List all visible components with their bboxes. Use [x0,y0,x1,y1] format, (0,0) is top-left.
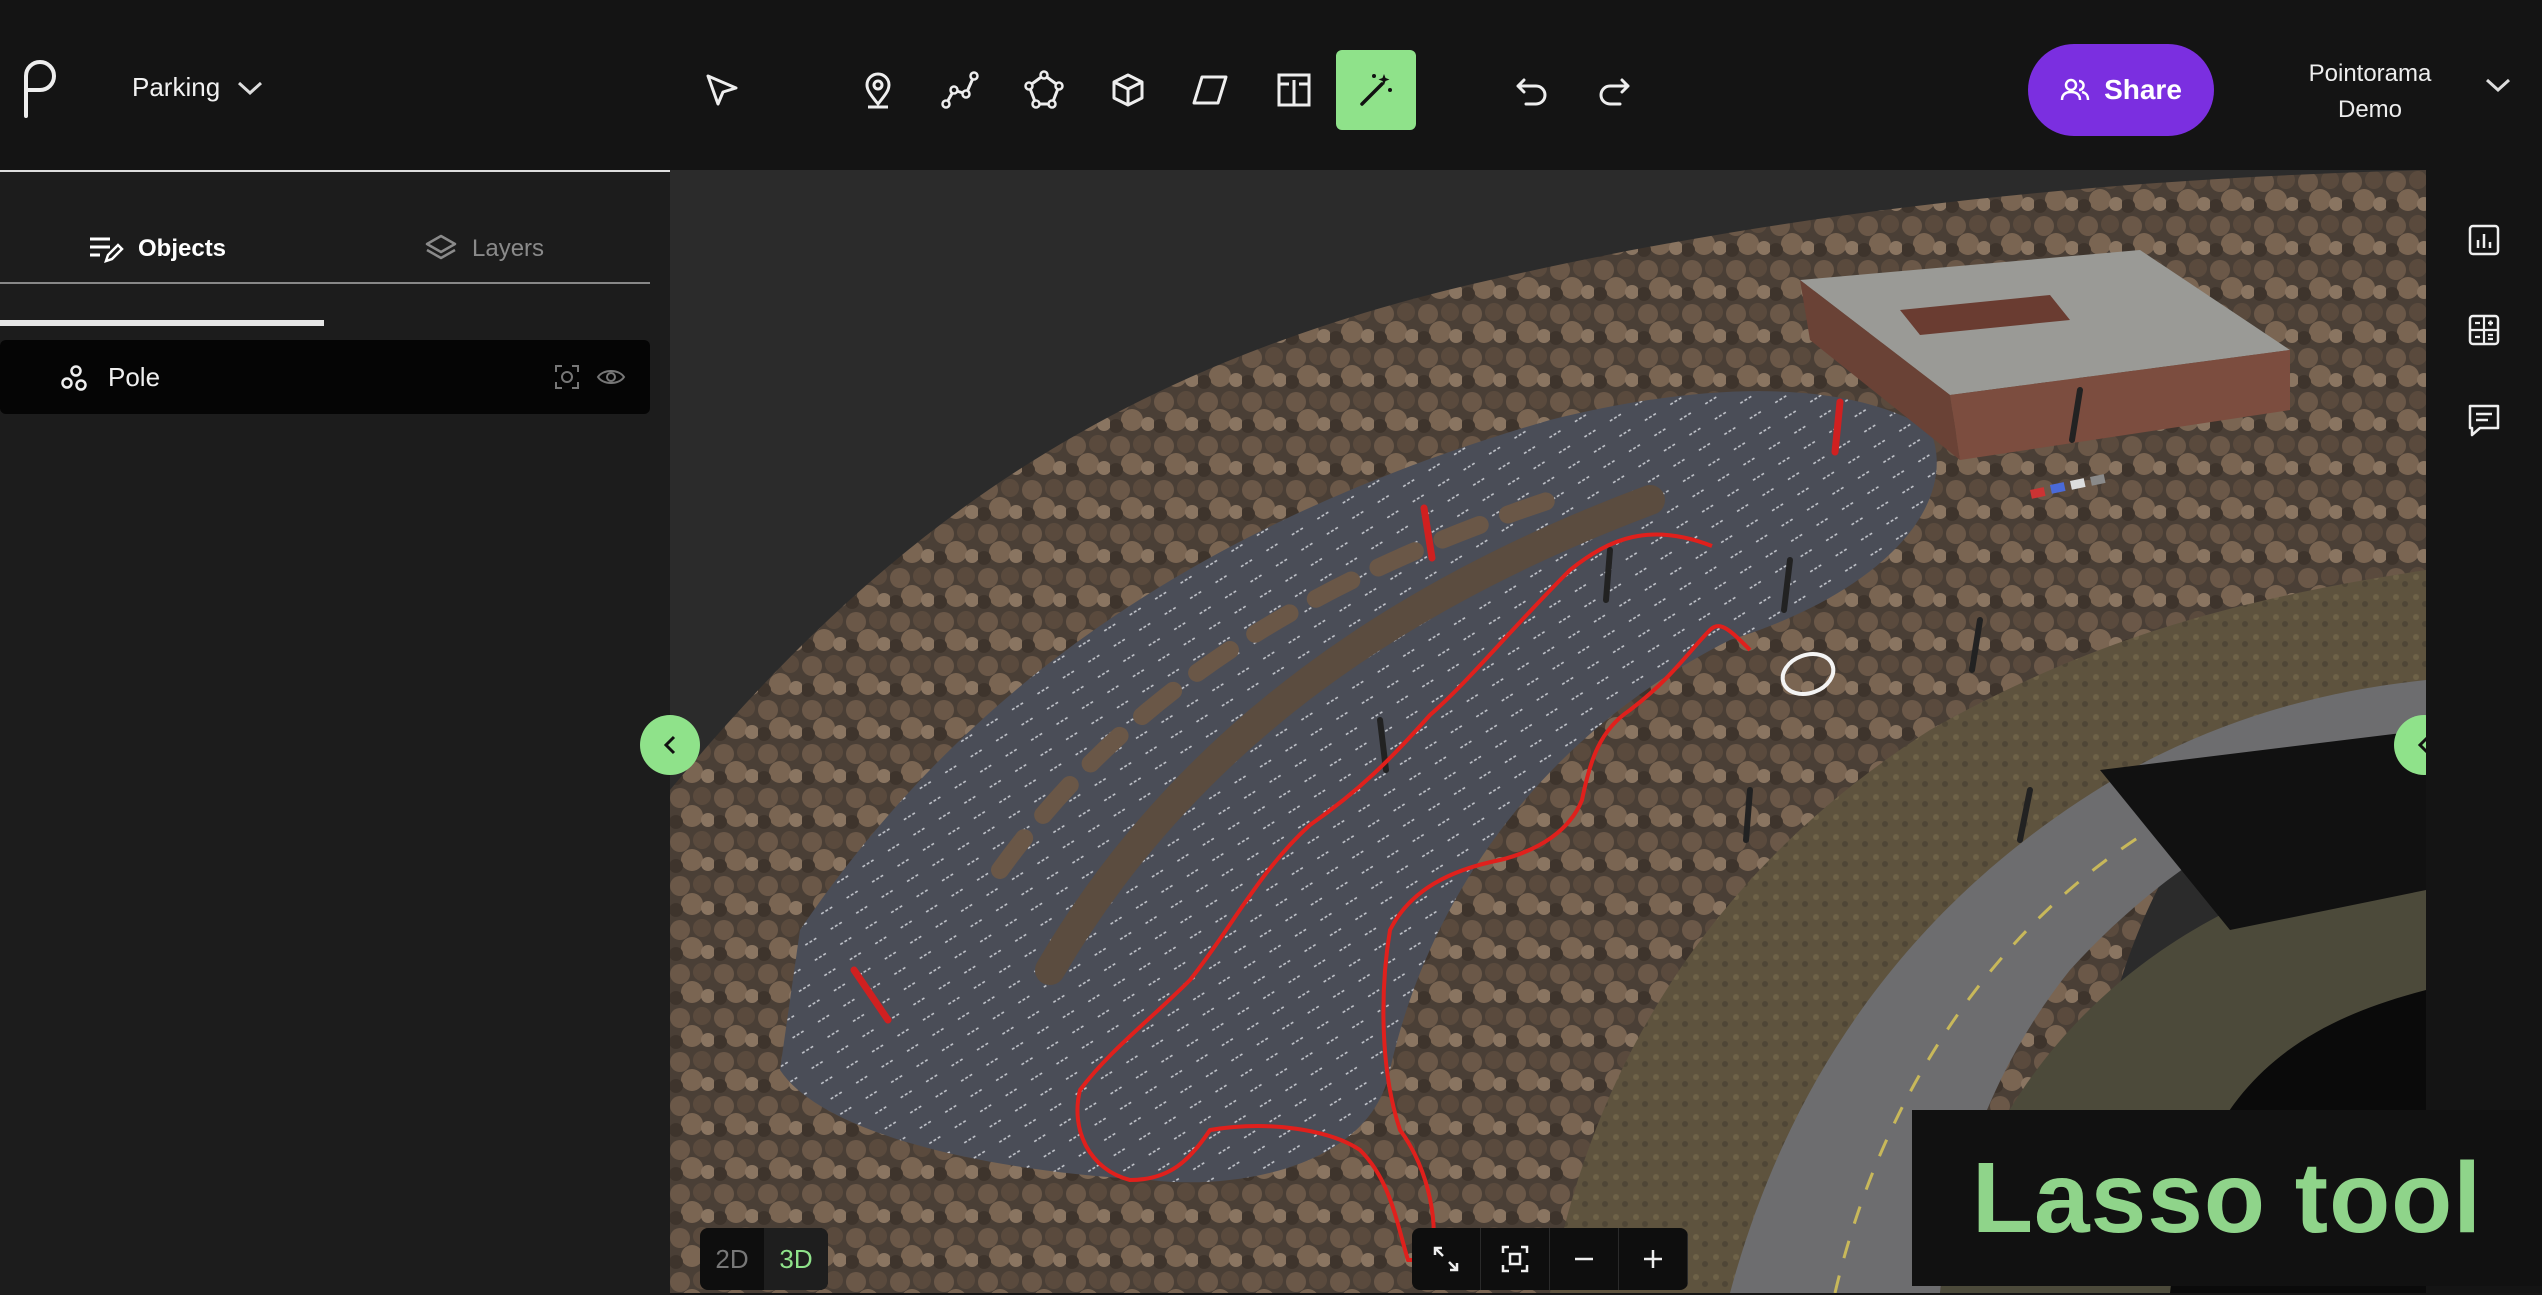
pointorama-logo-icon [24,60,56,118]
mode-3d-button[interactable]: 3D [764,1228,828,1290]
share-label: Share [2104,74,2182,105]
cursor-arrow-icon [706,74,738,106]
undo-icon [1516,78,1547,106]
polygon-icon [1024,70,1064,109]
measure-icon [1277,73,1311,107]
tab-layers-label: Layers [472,235,545,262]
tab-objects[interactable]: Objects [88,216,226,282]
sidebar-tabs: Objects Layers [0,216,650,326]
calculator-icon[interactable] [2464,310,2504,350]
focus-icon [1501,1245,1529,1273]
list-edit-icon [90,237,124,263]
select-tool-button[interactable] [682,50,762,130]
mode-2d-button[interactable]: 2D [700,1228,764,1290]
users-icon [2060,78,2090,101]
caption-text: Lasso tool [1971,1141,2483,1254]
point-tool-button[interactable] [838,50,918,130]
eye-icon[interactable] [596,366,626,388]
map-pin-icon [865,72,891,109]
chevron-down-icon [238,81,263,95]
share-button[interactable]: Share [2028,44,2214,136]
plane-tool-button[interactable] [1170,50,1250,130]
magic-wand-tool-button[interactable] [1336,50,1416,130]
user-name-line1: Pointorama [2308,60,2432,87]
chevron-left-icon [663,735,676,755]
object-group-icon [61,365,87,391]
object-label: Pole [108,362,161,392]
zoom-out-button[interactable] [1550,1228,1619,1290]
user-name-line2: Demo [2337,96,2403,123]
focus-icon[interactable] [554,364,580,390]
fit-view-button[interactable] [1481,1228,1550,1290]
top-toolbar: Parking Share Pointorama Demo [0,0,2542,170]
polyline-tool-button[interactable] [920,50,1000,130]
user-menu[interactable]: Pointorama Demo [2280,56,2460,128]
collapse-left-panel-button[interactable] [640,715,700,775]
tab-layers[interactable]: Layers [424,216,544,282]
project-selector[interactable]: Parking [132,72,264,103]
polygon-tool-button[interactable] [1004,50,1084,130]
redo-button[interactable] [1574,50,1654,130]
view-mode-toggle: 2D 3D [700,1228,828,1290]
measure-tool-button[interactable] [1254,50,1334,130]
caption-overlay: Lasso tool [1912,1110,2542,1286]
cube-icon [1112,73,1144,107]
undo-button[interactable] [1492,50,1572,130]
fullscreen-button[interactable] [1412,1228,1481,1290]
minus-icon [1575,1257,1593,1261]
layers-icon [425,234,457,260]
plus-icon [1644,1250,1662,1268]
chart-icon[interactable] [2464,220,2504,260]
tab-objects-label: Objects [138,235,227,262]
box-tool-button[interactable] [1088,50,1168,130]
active-tab-indicator [0,320,324,326]
comment-icon[interactable] [2464,400,2504,440]
zoom-in-button[interactable] [1619,1228,1688,1290]
project-name: Parking [132,72,221,102]
expand-icon [1433,1246,1459,1272]
parallelogram-icon [1192,75,1228,105]
redo-icon [1599,78,1630,106]
view-controls [1412,1228,1688,1290]
left-sidebar: Objects Layers Pole [0,170,670,1295]
magic-wand-icon [1360,74,1392,106]
chevron-down-icon[interactable] [2484,76,2512,94]
polyline-icon [941,71,979,109]
object-list-item[interactable]: Pole [0,340,650,414]
